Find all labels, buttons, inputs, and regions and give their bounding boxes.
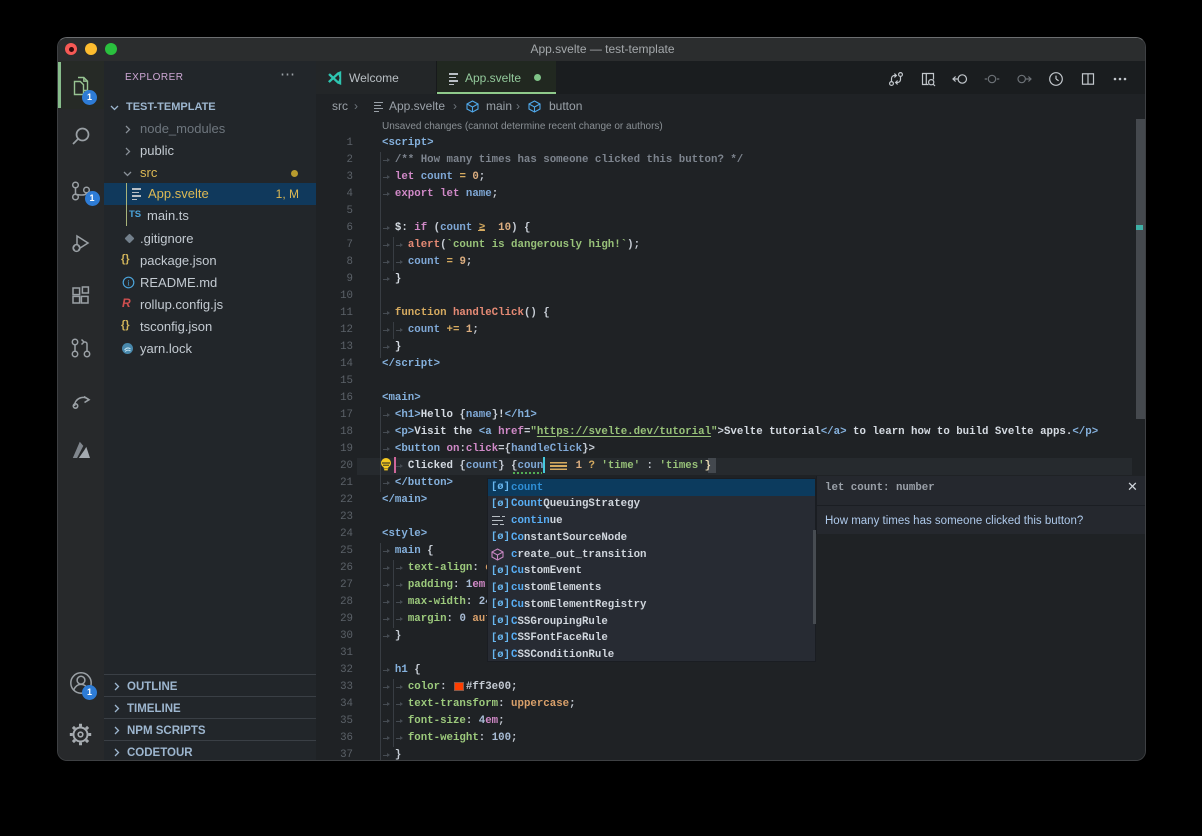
svg-text:i: i	[127, 277, 130, 287]
